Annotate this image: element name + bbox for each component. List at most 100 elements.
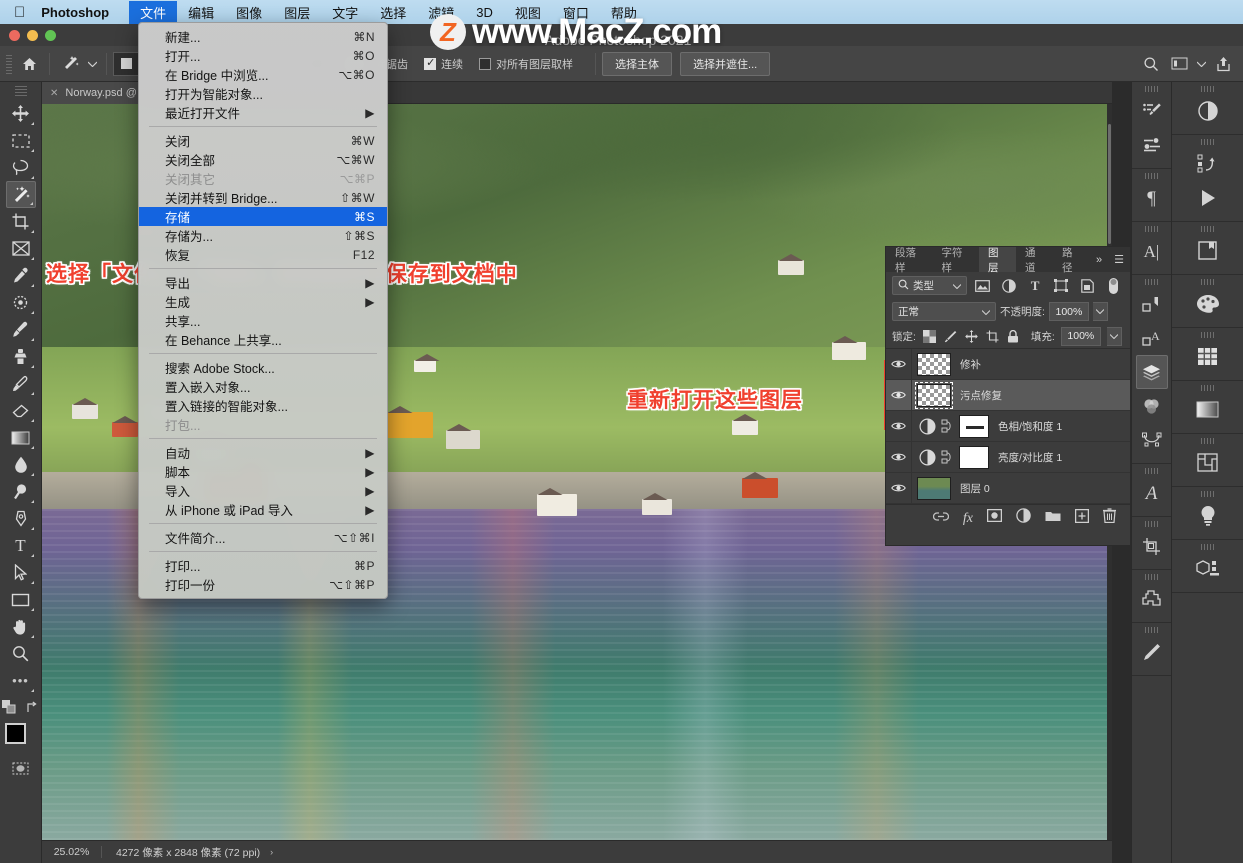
adjustment-layer-button[interactable]: [1016, 508, 1031, 528]
play-icon[interactable]: [1190, 181, 1226, 215]
history-brush-tool[interactable]: [6, 370, 36, 397]
gradient-tool[interactable]: [6, 424, 36, 451]
magic-wand-icon[interactable]: [56, 51, 84, 77]
opacity-value[interactable]: 100%: [1048, 302, 1089, 321]
rail-grip[interactable]: [1144, 86, 1159, 92]
menu-item-print-one-copy[interactable]: 打印一份 ⌥⇧⌘P: [139, 575, 387, 594]
adjustment-layer-icon[interactable]: [916, 417, 938, 435]
layer-visibility-toggle[interactable]: [886, 411, 912, 441]
color-swatches[interactable]: [4, 723, 38, 755]
tab-character-styles[interactable]: 字符样: [933, 247, 980, 274]
table-row[interactable]: 色相/饱和度 1: [886, 411, 1130, 442]
maximize-window-button[interactable]: [45, 30, 56, 41]
default-colors-icon[interactable]: [2, 700, 16, 719]
menu-item-open-recent[interactable]: 最近打开文件 ▶: [139, 103, 387, 122]
menu-item-save-as[interactable]: 存储为... ⇧⌘S: [139, 226, 387, 245]
lock-all-icon[interactable]: [1006, 329, 1021, 344]
fill-value[interactable]: 100%: [1060, 326, 1101, 346]
layer-name[interactable]: 修补: [960, 357, 981, 372]
rail-grip[interactable]: [1200, 279, 1215, 285]
share-icon[interactable]: [1209, 51, 1237, 77]
rail-grip[interactable]: [1200, 438, 1215, 444]
libraries-icon[interactable]: [1190, 234, 1226, 268]
menu-item-generate[interactable]: 生成 ▶: [139, 292, 387, 311]
swatches-icon[interactable]: [1190, 340, 1226, 374]
3d-icon[interactable]: [1190, 552, 1226, 586]
table-row[interactable]: 亮度/对比度 1: [886, 442, 1130, 473]
lock-artboard-icon[interactable]: [985, 329, 1000, 344]
tool-preset-icon[interactable]: [113, 51, 139, 76]
filter-smartobject-icon[interactable]: [1077, 275, 1098, 296]
crop-presets-icon[interactable]: [1134, 529, 1170, 563]
rail-grip[interactable]: [1200, 491, 1215, 497]
pen-tool[interactable]: [6, 505, 36, 532]
menu-item-close[interactable]: 关闭 ⌘W: [139, 131, 387, 150]
rail-grip[interactable]: [1144, 173, 1159, 179]
layer-style-button[interactable]: fx: [963, 509, 973, 527]
layers-icon[interactable]: [1135, 355, 1168, 389]
menu-image[interactable]: 图像: [225, 1, 273, 24]
checkbox-box[interactable]: [424, 56, 437, 70]
rail-grip[interactable]: [1200, 544, 1215, 550]
paragraph-icon[interactable]: ¶: [1134, 181, 1170, 215]
menu-item-import[interactable]: 导入 ▶: [139, 481, 387, 500]
fill-stepper[interactable]: [1106, 326, 1122, 346]
menu-item-share-on-behance[interactable]: 在 Behance 上共享...: [139, 330, 387, 349]
layer-name[interactable]: 亮度/对比度 1: [998, 450, 1062, 465]
layer-visibility-toggle[interactable]: [886, 380, 912, 410]
layer-filter-type-select[interactable]: 类型: [892, 276, 968, 295]
filter-toggle-icon[interactable]: [1103, 275, 1124, 296]
select-and-mask-button[interactable]: 选择并遮住...: [680, 51, 771, 76]
brush-tool[interactable]: [6, 316, 36, 343]
menu-item-new[interactable]: 新建... ⌘N: [139, 27, 387, 46]
menu-item-revert[interactable]: 恢复 F12: [139, 245, 387, 264]
layer-mask-button[interactable]: [986, 508, 1003, 527]
menu-item-browse-in-bridge[interactable]: 在 Bridge 中浏览... ⌥⌘O: [139, 65, 387, 84]
opacity-stepper[interactable]: [1092, 302, 1108, 321]
channels-icon[interactable]: [1134, 389, 1170, 423]
filter-adjustment-icon[interactable]: [998, 275, 1019, 296]
layer-mask-thumbnail[interactable]: [959, 445, 989, 469]
sample-all-layers-checkbox[interactable]: 对所有图层取样: [479, 56, 573, 72]
menu-item-open-as-smart-object[interactable]: 打开为智能对象...: [139, 84, 387, 103]
hand-tool[interactable]: [6, 613, 36, 640]
zoom-tool[interactable]: [6, 640, 36, 667]
marquee-tool[interactable]: [6, 127, 36, 154]
menu-3d[interactable]: 3D: [465, 3, 504, 22]
filter-shape-icon[interactable]: [1051, 275, 1072, 296]
actions-icon[interactable]: [1190, 147, 1226, 181]
tab-channels[interactable]: 通道: [1016, 247, 1053, 274]
adjustment-layer-icon[interactable]: [916, 448, 938, 466]
document-tab[interactable]: ✕ Norway.psd @: [42, 82, 147, 104]
options-bar-grip[interactable]: [3, 52, 15, 75]
rail-grip[interactable]: [1144, 226, 1159, 232]
layer-visibility-toggle[interactable]: [886, 442, 912, 472]
path-selection-tool[interactable]: [6, 559, 36, 586]
menu-item-open[interactable]: 打开... ⌘O: [139, 46, 387, 65]
menu-item-share[interactable]: 共享...: [139, 311, 387, 330]
zoom-level[interactable]: 25.02%: [42, 846, 102, 858]
status-expand-icon[interactable]: ›: [270, 847, 273, 857]
delete-layer-button[interactable]: [1103, 508, 1116, 528]
patterns-icon[interactable]: [1190, 446, 1226, 480]
lock-image-icon[interactable]: [943, 329, 958, 344]
layer-thumbnail[interactable]: [917, 352, 951, 376]
move-tool[interactable]: [6, 100, 36, 127]
adjustments-icon[interactable]: [1190, 94, 1226, 128]
character-styles-icon[interactable]: A: [1134, 321, 1170, 355]
type-tool[interactable]: T: [6, 532, 36, 559]
lasso-tool[interactable]: [6, 154, 36, 181]
tab-paragraph-styles[interactable]: 段落样: [886, 247, 933, 274]
eyedropper-tool[interactable]: [6, 262, 36, 289]
tab-layers[interactable]: 图层: [979, 247, 1016, 274]
menu-item-export[interactable]: 导出 ▶: [139, 273, 387, 292]
chevron-down-icon[interactable]: [84, 51, 100, 77]
rail-grip[interactable]: [1200, 226, 1215, 232]
select-subject-button[interactable]: 选择主体: [602, 51, 673, 76]
foreground-color-swatch[interactable]: [4, 723, 26, 744]
paragraph-styles-icon[interactable]: [1134, 287, 1170, 321]
menu-item-search-adobe-stock[interactable]: 搜索 Adobe Stock...: [139, 358, 387, 377]
blend-mode-select[interactable]: 正常: [892, 302, 996, 321]
layer-thumbnail[interactable]: [917, 476, 951, 500]
table-row[interactable]: 污点修复: [886, 380, 1130, 411]
